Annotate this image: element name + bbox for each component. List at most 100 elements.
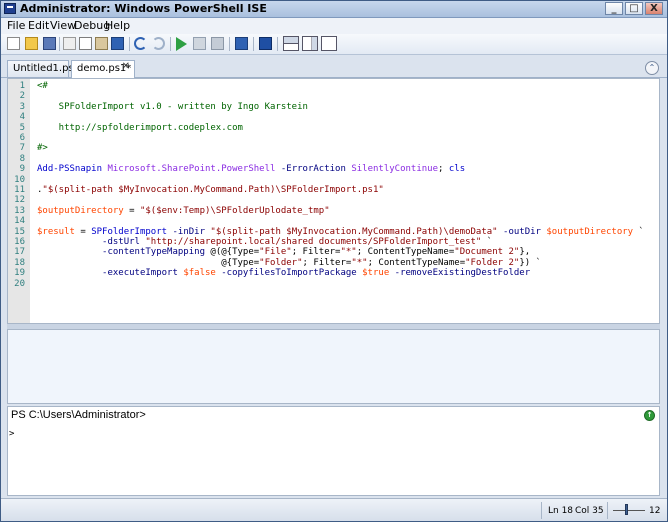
code-line: ."$(split-path $MyInvocation.MyCommand.P… [37, 185, 384, 195]
run-script-icon[interactable] [176, 37, 187, 51]
code-token: $result [37, 226, 75, 237]
copy-icon[interactable] [79, 37, 92, 50]
cut-icon[interactable] [63, 37, 76, 50]
powershell-ise-window: Administrator: Windows PowerShell ISE _ … [0, 0, 668, 522]
tab-label: Untitled1.ps1 [13, 63, 81, 74]
line-number: 19 [14, 268, 25, 279]
code-token: -copyfilesToImportPackage [221, 268, 357, 279]
command-pane[interactable]: PS C:\Users\Administrator> > ↑ [7, 406, 660, 496]
minimize-button[interactable]: _ [605, 2, 623, 15]
line-number: 20 [14, 278, 25, 289]
line-number: 14 [14, 216, 25, 227]
line-number: 3 [19, 101, 25, 112]
code-line: -dstUrl "http://sharepoint.local/shared … [37, 237, 492, 247]
code-token: }, [519, 247, 531, 258]
redo-icon[interactable] [152, 37, 165, 50]
line-number: 12 [14, 195, 25, 206]
code-token: @(@{Type= [204, 247, 260, 258]
menu-edit[interactable]: Edit [28, 19, 49, 32]
code-line: SPFolderImport v1.0 - written by Ingo Ka… [37, 102, 308, 112]
menu-file[interactable]: File [7, 19, 25, 32]
toolbar-separator [129, 37, 130, 51]
line-number: 13 [14, 205, 25, 216]
code-token: ; Filter= [291, 247, 341, 258]
run-selection-icon[interactable] [193, 37, 206, 50]
line-number: 5 [19, 122, 25, 133]
stop-icon[interactable] [211, 37, 224, 50]
script-editor[interactable]: 1 2 3 4 5 6 7 8 9 10 11 12 13 14 15 16 17 18 19 20 <# SPFol… [7, 78, 660, 324]
powershell-icon[interactable] [259, 37, 272, 50]
layout-max-icon[interactable] [321, 36, 337, 51]
code-token: cls [448, 164, 466, 175]
line-number: 2 [19, 91, 25, 102]
line-number: 7 [19, 143, 25, 154]
toolbar-separator [170, 37, 171, 51]
code-token: "http://sharepoint.local/shared document… [145, 237, 482, 247]
maximize-button[interactable]: □ [625, 2, 643, 15]
layout-right-icon[interactable] [302, 36, 318, 51]
save-icon[interactable] [43, 37, 56, 50]
clear-icon[interactable] [111, 37, 124, 50]
code-line: $result = SPFolderImport -inDir "$(split… [37, 227, 644, 237]
code-token: -executeImport [102, 268, 178, 279]
command-input[interactable]: > [9, 429, 14, 439]
tab-bar: Untitled1.ps1 demo.ps1* ✕ [1, 58, 667, 78]
code-line: @{Type="Folder"; Filter="*"; ContentType… [37, 258, 541, 268]
menu-help[interactable]: Help [105, 19, 130, 32]
code-token: $outputDirectory [546, 226, 634, 237]
code-token: ` [481, 237, 493, 247]
tab-untitled1[interactable]: Untitled1.ps1 [7, 60, 80, 77]
code-token: "*" [340, 247, 357, 258]
close-tab-icon[interactable]: ✕ [122, 61, 130, 72]
code-token: SilentlyContinue [351, 164, 439, 175]
code-token: "*" [351, 257, 368, 268]
line-number: 4 [19, 112, 25, 123]
status-bar: Ln 18 Col 35 12 [1, 498, 667, 521]
paste-icon[interactable] [95, 37, 108, 50]
output-pane[interactable] [7, 329, 660, 404]
code-token: "Folder 2" [465, 257, 520, 268]
new-remote-tab-icon[interactable] [235, 37, 248, 50]
close-button[interactable]: X [645, 2, 663, 15]
menu-bar: File Edit View Debug Help [1, 18, 667, 34]
zoom-slider[interactable] [625, 504, 628, 515]
code-token: <# [37, 81, 48, 91]
code-token: = [74, 226, 92, 237]
line-number: 9 [19, 164, 25, 175]
code-token: Add-PSSnapin [37, 164, 103, 175]
line-number: 16 [14, 237, 25, 247]
code-token: "$(split-path $MyInvocation.MyCommand.Pa… [210, 226, 498, 237]
collapse-script-pane-icon[interactable]: ⌃ [645, 61, 659, 75]
run-command-icon[interactable]: ↑ [644, 410, 655, 421]
code-token: ; ContentTypeName= [356, 247, 455, 258]
toolbar-separator [59, 37, 60, 51]
toolbar-separator [229, 37, 230, 51]
menu-view[interactable]: View [50, 19, 76, 32]
code-line: Add-PSSnapin Microsoft.SharePoint.PowerS… [37, 164, 465, 174]
code-line: -executeImport $false -copyfilesToImport… [37, 268, 530, 278]
line-number: 11 [14, 185, 25, 195]
code-line: #> [37, 143, 48, 153]
line-number: 10 [14, 174, 25, 185]
code-token: "Folder" [259, 257, 303, 268]
line-number: 17 [14, 247, 25, 258]
undo-icon[interactable] [134, 37, 147, 50]
code-token: ` [633, 226, 644, 237]
new-file-icon[interactable] [7, 37, 20, 50]
zoom-level: 12 [649, 506, 661, 516]
line-number: 15 [14, 226, 25, 237]
line-number: 1 [19, 81, 25, 91]
code-token: -removeExistingDestFolder [394, 268, 531, 279]
tab-demo[interactable]: demo.ps1* ✕ [71, 60, 135, 78]
code-token: $true [362, 268, 390, 279]
open-folder-icon[interactable] [25, 37, 38, 50]
powershell-app-icon [4, 3, 16, 14]
layout-top-icon[interactable] [283, 36, 299, 51]
code-token: $outputDirectory [37, 205, 124, 216]
code-token: $false [183, 268, 216, 279]
code-line: <# [37, 81, 48, 91]
code-token: }) ` [519, 257, 541, 268]
